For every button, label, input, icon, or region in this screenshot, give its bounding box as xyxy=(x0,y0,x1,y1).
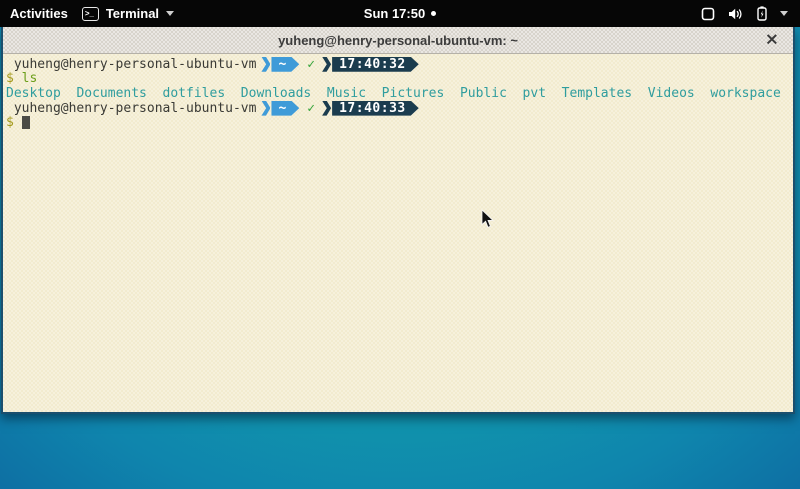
ls-entry: Music xyxy=(327,86,366,101)
terminal-cursor xyxy=(22,116,30,129)
terminal-app-icon: >_ xyxy=(82,7,99,21)
desktop: Activities >_ Terminal Sun 17:50 xyxy=(0,0,800,489)
status-check-icon: ✓ xyxy=(307,101,315,116)
ls-entry: Downloads xyxy=(241,86,311,101)
system-status-area[interactable] xyxy=(701,6,800,21)
ls-entry: Desktop xyxy=(6,86,61,101)
close-button[interactable]: × xyxy=(765,32,779,49)
powerline-arrow-icon xyxy=(322,101,331,116)
prompt-symbol: $ xyxy=(6,115,14,130)
prompt-path-segment: ~ xyxy=(271,57,299,72)
chevron-down-icon xyxy=(780,11,788,16)
screen-icon xyxy=(701,7,715,21)
notification-dot-icon xyxy=(431,11,436,16)
ls-entry: pvt xyxy=(523,86,546,101)
prompt-symbol: $ xyxy=(6,71,14,86)
chevron-down-icon xyxy=(166,11,174,16)
powerline-arrow-icon xyxy=(322,57,331,72)
app-menu-terminal[interactable]: >_ Terminal xyxy=(82,6,174,21)
prompt-user-host: yuheng@henry-personal-ubuntu-vm xyxy=(6,57,256,72)
powerline-arrow-icon xyxy=(261,57,270,72)
app-menu-label: Terminal xyxy=(106,6,159,21)
prompt-line-2: yuheng@henry-personal-ubuntu-vm ~ ✓ 17:4… xyxy=(6,101,793,116)
ls-entry: Videos xyxy=(648,86,695,101)
ls-output-line: Desktop Documents dotfiles Downloads Music Pi… xyxy=(6,86,793,101)
current-input-line: $ xyxy=(6,115,793,130)
activities-button[interactable]: Activities xyxy=(10,6,68,21)
window-titlebar[interactable]: yuheng@henry-personal-ubuntu-vm: ~ × xyxy=(3,27,793,54)
ls-entry: dotfiles xyxy=(163,86,226,101)
clock-button[interactable]: Sun 17:50 xyxy=(364,6,436,21)
volume-icon xyxy=(728,7,744,21)
typed-command: ls xyxy=(22,71,38,86)
window-title: yuheng@henry-personal-ubuntu-vm: ~ xyxy=(278,33,518,48)
prompt-time-segment: 17:40:32 xyxy=(332,57,419,72)
prompt-time-segment: 17:40:33 xyxy=(332,101,419,116)
ls-entry: Pictures xyxy=(382,86,445,101)
prompt-path-segment: ~ xyxy=(271,101,299,116)
clock-label: Sun 17:50 xyxy=(364,6,425,21)
ls-entry: Documents xyxy=(76,86,146,101)
command-line: $ ls xyxy=(6,72,793,87)
terminal-window: yuheng@henry-personal-ubuntu-vm: ~ × yuh… xyxy=(1,27,795,414)
battery-charging-icon xyxy=(757,6,767,21)
ls-entry: Public xyxy=(460,86,507,101)
ls-entry: Templates xyxy=(562,86,632,101)
status-check-icon: ✓ xyxy=(307,57,315,72)
ls-entry: workspace xyxy=(710,86,780,101)
terminal-content[interactable]: yuheng@henry-personal-ubuntu-vm ~ ✓ 17:4… xyxy=(3,54,793,412)
gnome-top-bar: Activities >_ Terminal Sun 17:50 xyxy=(0,0,800,27)
prompt-line-1: yuheng@henry-personal-ubuntu-vm ~ ✓ 17:4… xyxy=(6,57,793,72)
powerline-arrow-icon xyxy=(261,101,270,116)
prompt-user-host: yuheng@henry-personal-ubuntu-vm xyxy=(6,101,256,116)
